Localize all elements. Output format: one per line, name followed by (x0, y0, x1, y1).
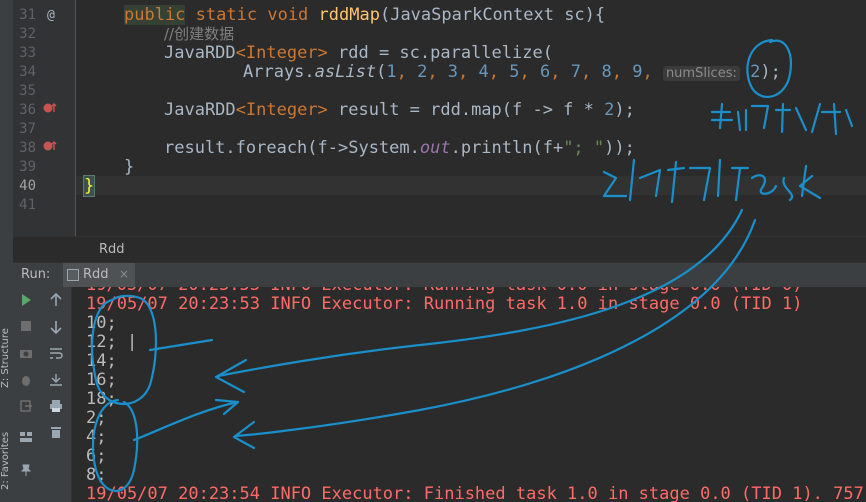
ink-arrow-1b (148, 338, 214, 352)
ink-arrow-1 (216, 208, 744, 378)
ink-circle-group2 (91, 398, 139, 493)
ink-arrow-2b (132, 400, 240, 442)
handwritten-annotations (91, 38, 854, 493)
ink-circle-group1 (91, 294, 158, 405)
ink-text-2 (602, 158, 822, 204)
ink-arrow-2 (234, 218, 757, 438)
ink-text-1 (710, 102, 854, 136)
ink-circle-numslices (746, 38, 792, 98)
